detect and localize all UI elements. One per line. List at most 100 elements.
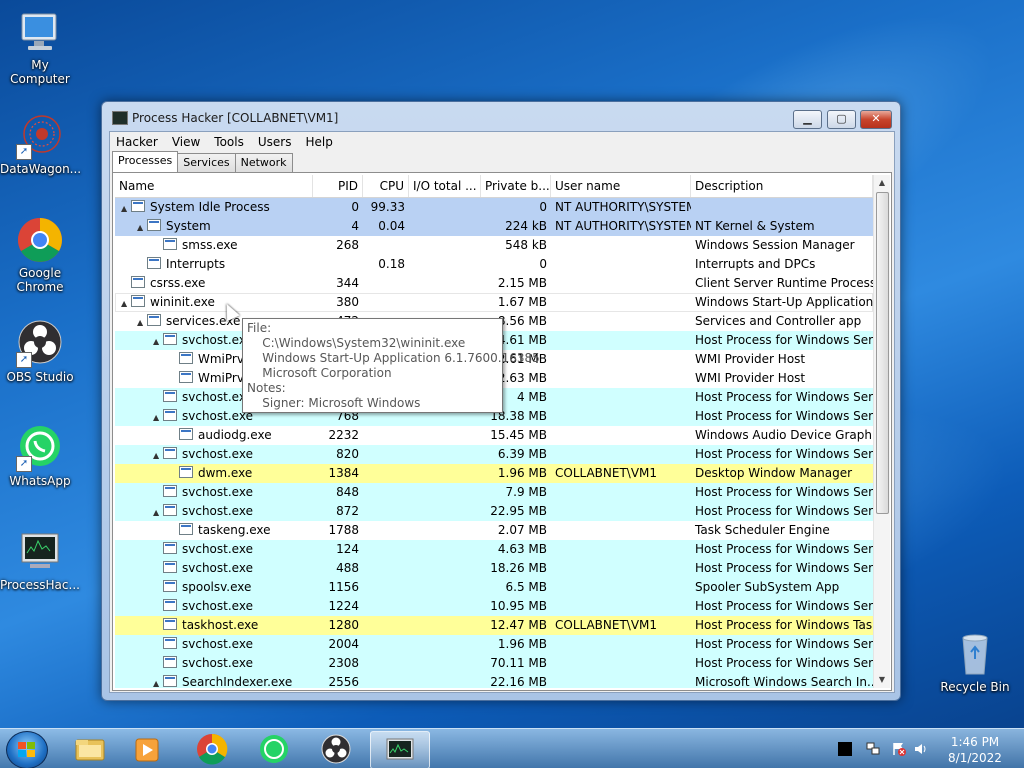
pid-column-header[interactable]: PID (313, 175, 363, 197)
pid-cell (313, 255, 363, 274)
process-icon (179, 428, 193, 440)
tray-network-icon[interactable] (866, 742, 880, 756)
menu-users[interactable]: Users (258, 135, 292, 149)
process-name: taskeng.exe (198, 523, 271, 537)
process-row[interactable]: svchost.exe 2308 70.11 MB Host Process for … (115, 654, 873, 673)
process-icon (163, 618, 177, 630)
taskbar-whatsapp[interactable] (245, 731, 303, 767)
process-row[interactable]: taskhost.exe 1280 12.47 MB COLLABNET\VM1 Hos… (115, 616, 873, 635)
desktop-icon-chrome[interactable]: Google Chrome (0, 216, 80, 294)
desktop-icon-recycle-bin[interactable]: Recycle Bin (935, 630, 1015, 694)
process-row[interactable]: ▲ SearchIndexer.exe 2556 22.16 MB Microsoft … (115, 673, 873, 688)
expand-toggle-icon[interactable]: ▲ (153, 503, 163, 521)
scroll-down-arrow-icon[interactable]: ▼ (874, 672, 890, 688)
process-row[interactable]: smss.exe 268 548 kB Windows Session Manager (115, 236, 873, 255)
process-row[interactable]: Interrupts 0.18 0 Interrupts and DPCs (115, 255, 873, 274)
process-row[interactable]: svchost.exe 1224 10.95 MB Host Process for … (115, 597, 873, 616)
taskbar-process-hacker[interactable] (370, 731, 430, 768)
expand-toggle-icon[interactable]: ▲ (137, 218, 147, 236)
cpu-column-header[interactable]: CPU (363, 175, 409, 197)
process-row[interactable]: svchost.exe 124 4.63 MB Host Process for Wi… (115, 540, 873, 559)
process-row[interactable]: ▲ svchost.exe 872 22.95 MB Host Process for … (115, 502, 873, 521)
menu-view[interactable]: View (172, 135, 200, 149)
tray-black-square-icon[interactable] (838, 742, 852, 756)
desc-cell: Client Server Runtime Process (695, 276, 873, 290)
process-icon (163, 238, 177, 250)
process-row[interactable]: ▲ svchost.exe 820 6.39 MB Host Process for W… (115, 445, 873, 464)
tab-processes[interactable]: Processes (112, 151, 179, 173)
tray-action-center-icon[interactable] (892, 742, 906, 756)
desktop-icon-my-computer[interactable]: My Computer (0, 8, 80, 86)
user-cell (551, 445, 691, 464)
expand-toggle-icon[interactable]: ▲ (153, 332, 163, 350)
process-icon (179, 466, 193, 478)
menu-tools[interactable]: Tools (214, 135, 244, 149)
menu-hacker[interactable]: Hacker (116, 135, 158, 149)
expand-toggle-icon[interactable]: ▲ (121, 199, 131, 217)
close-button[interactable]: ✕ (860, 110, 892, 129)
process-row[interactable]: dwm.exe 1384 1.96 MB COLLABNET\VM1 Desktop W… (115, 464, 873, 483)
tab-network[interactable]: Network (234, 153, 293, 173)
taskbar-obs[interactable] (307, 731, 365, 767)
expand-toggle-icon[interactable]: ▲ (153, 408, 163, 426)
private-bytes-column-header[interactable]: Private b... (481, 175, 551, 197)
computer-icon (16, 8, 64, 56)
scroll-up-arrow-icon[interactable]: ▲ (874, 175, 890, 191)
app-icon (112, 111, 128, 125)
user-name-column-header[interactable]: User name (551, 175, 691, 197)
clock[interactable]: 1:46 PM 8/1/2022 (940, 734, 1010, 766)
process-tree[interactable]: Name PID CPU I/O total ... Private b... User … (115, 175, 873, 688)
minimize-button[interactable]: ▁ (793, 110, 822, 129)
user-cell (551, 274, 691, 293)
io-cell (409, 654, 481, 673)
tab-strip: Processes Services Network (112, 151, 293, 173)
desktop-icon-datawagon[interactable]: ➚ DataWagon... (0, 112, 81, 176)
maximize-button[interactable]: ▢ (827, 110, 856, 129)
description-column-header[interactable]: Description (691, 175, 873, 197)
desktop-icon-obs[interactable]: ➚ OBS Studio (0, 320, 80, 384)
tray-volume-icon[interactable] (914, 742, 928, 756)
process-row[interactable]: audiodg.exe 2232 15.45 MB Windows Audio Dev… (115, 426, 873, 445)
expand-toggle-icon[interactable]: ▲ (153, 446, 163, 464)
priv-cell: 6.39 MB (497, 447, 547, 461)
name-column-header[interactable]: Name (115, 175, 313, 197)
io-cell (409, 274, 481, 293)
desc-cell: Host Process for Windows Ser... (695, 637, 873, 651)
process-row[interactable]: csrss.exe 344 2.15 MB Client Server Runtime… (115, 274, 873, 293)
expand-toggle-icon[interactable]: ▲ (137, 313, 147, 331)
vertical-scrollbar[interactable]: ▲ ▼ (873, 175, 890, 688)
cpu-cell (363, 236, 409, 255)
process-row[interactable]: taskeng.exe 1788 2.07 MB Task Scheduler Eng… (115, 521, 873, 540)
desktop-icon-whatsapp[interactable]: ➚ WhatsApp (0, 424, 80, 488)
process-row[interactable]: ▲ System Idle Process 0 99.33 0 NT AUTHORITY\… (115, 198, 873, 217)
process-name-cell: spoolsv.exe (115, 578, 313, 597)
process-row[interactable]: svchost.exe 2004 1.96 MB Host Process for W… (115, 635, 873, 654)
start-button[interactable] (6, 731, 48, 768)
title-bar[interactable]: Process Hacker [COLLABNET\VM1] ▁ ▢ ✕ (102, 102, 900, 132)
process-icon (163, 656, 177, 668)
menu-help[interactable]: Help (305, 135, 332, 149)
process-row[interactable]: svchost.exe 848 7.9 MB Host Process for Win… (115, 483, 873, 502)
scroll-thumb[interactable] (876, 192, 889, 514)
expand-toggle-icon[interactable]: ▲ (121, 294, 131, 312)
user-cell (551, 578, 691, 597)
taskbar-media-player[interactable] (118, 731, 176, 767)
io-total-column-header[interactable]: I/O total ... (409, 175, 481, 197)
tooltip-line: Microsoft Corporation (247, 366, 392, 380)
process-name: svchost.exe (182, 561, 253, 575)
cpu-cell (363, 521, 409, 540)
process-hacker-icon (386, 738, 414, 760)
cpu-cell: 99.33 (370, 200, 405, 214)
process-row[interactable]: ▲ System 4 0.04 224 kB NT AUTHORITY\SYSTEM NT … (115, 217, 873, 236)
tab-services[interactable]: Services (177, 153, 236, 173)
shortcut-arrow-icon: ➚ (16, 456, 32, 472)
pid-cell: 1224 (328, 599, 359, 613)
datawagon-icon: ➚ (16, 112, 64, 160)
desktop-icon-processhacker[interactable]: ProcessHac... (0, 528, 80, 592)
process-row[interactable]: spoolsv.exe 1156 6.5 MB Spooler SubSystem A… (115, 578, 873, 597)
taskbar-explorer[interactable] (60, 731, 118, 767)
desc-cell: NT Kernel & System (695, 219, 815, 233)
expand-toggle-icon[interactable]: ▲ (153, 674, 163, 688)
taskbar-chrome[interactable] (183, 731, 241, 767)
process-row[interactable]: svchost.exe 488 18.26 MB Host Process for W… (115, 559, 873, 578)
